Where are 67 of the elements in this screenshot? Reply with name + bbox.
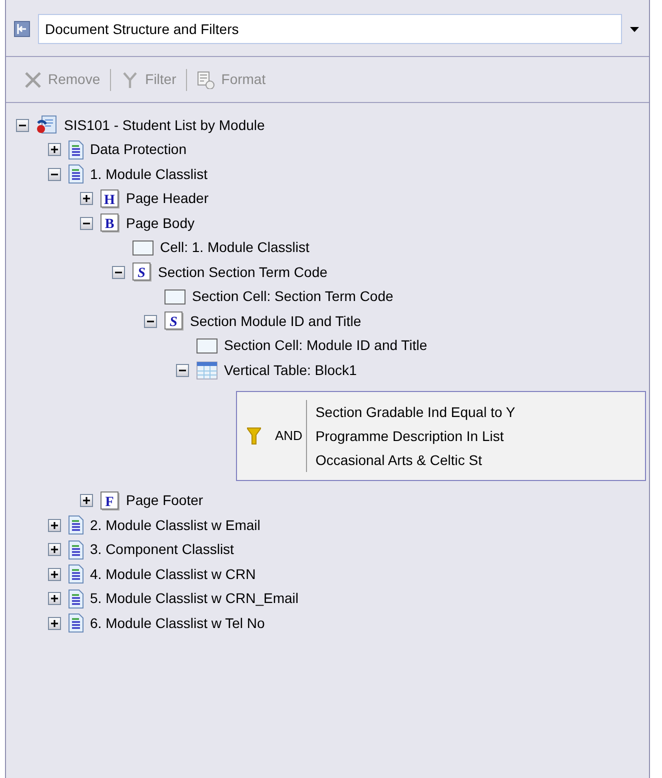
expand-toggle[interactable] xyxy=(48,568,61,581)
expand-toggle[interactable] xyxy=(80,192,93,206)
band-icon: F xyxy=(100,490,120,511)
cell-icon xyxy=(132,240,154,256)
tree-item-label[interactable]: Data Protection xyxy=(90,139,186,160)
expand-toggle[interactable] xyxy=(48,616,61,630)
expand-toggle[interactable] xyxy=(48,592,61,606)
section-icon: S xyxy=(132,262,152,282)
collapse-toggle[interactable] xyxy=(112,266,125,279)
cell-icon xyxy=(196,338,218,354)
filter-condition: Section Gradable Ind Equal to Y xyxy=(315,402,516,422)
expand-toggle[interactable] xyxy=(48,518,61,532)
expand-toggle[interactable] xyxy=(48,143,61,156)
collapse-panel-icon xyxy=(14,21,30,37)
band-icon: B xyxy=(100,213,120,234)
dropdown-field[interactable]: Document Structure and Filters xyxy=(38,14,622,44)
expand-toggle[interactable] xyxy=(48,543,61,556)
document-icon xyxy=(68,164,84,184)
document-icon xyxy=(68,564,84,584)
tree-item-label[interactable]: Cell: 1. Module Classlist xyxy=(160,237,310,258)
collapse-toggle[interactable] xyxy=(80,216,93,230)
tree-item-label[interactable]: 3. Component Classlist xyxy=(90,539,234,560)
tree-item-label[interactable]: Page Footer xyxy=(126,490,204,512)
tree-item-label[interactable]: Vertical Table: Block1 xyxy=(224,360,357,381)
document-icon xyxy=(68,613,84,634)
document-icon xyxy=(68,540,84,560)
filter-condition: Occasional Arts & Celtic St xyxy=(315,450,483,470)
document-icon xyxy=(68,140,84,160)
expand-toggle[interactable] xyxy=(80,494,93,508)
tree-item-label[interactable]: Section Cell: Section Term Code xyxy=(192,286,394,308)
report-icon xyxy=(36,115,58,136)
tree-item-label[interactable]: Page Header xyxy=(126,188,209,210)
plus-icon xyxy=(83,497,90,504)
plus-icon xyxy=(83,195,90,202)
filter-condition: Programme Description In List xyxy=(315,426,505,446)
format-icon xyxy=(197,70,216,88)
funnel-icon xyxy=(121,70,140,88)
tree-item-label[interactable]: Section Cell: Module ID and Title xyxy=(224,335,428,356)
document-icon xyxy=(68,515,84,536)
tree-item-label[interactable]: 4. Module Classlist w CRN xyxy=(90,564,256,585)
x-icon xyxy=(24,70,42,88)
tree-item-label[interactable]: 1. Module Classlist xyxy=(90,164,208,185)
tree-item-label[interactable]: SIS101 - Student List by Module xyxy=(64,114,265,136)
cell-icon xyxy=(164,288,186,305)
table-icon xyxy=(196,360,218,380)
tree-item-label[interactable]: Section Module ID and Title xyxy=(190,310,362,332)
tree-item-label[interactable]: Section Section Term Code xyxy=(158,262,328,283)
collapse-toggle[interactable] xyxy=(48,168,61,181)
funnel-icon xyxy=(247,426,261,444)
tree-item-label[interactable]: 2. Module Classlist w Email xyxy=(90,514,260,536)
collapse-toggle[interactable] xyxy=(176,364,189,377)
band-icon: H xyxy=(100,188,120,209)
tree-item-label[interactable]: Page Body xyxy=(126,212,194,234)
plus-icon xyxy=(51,146,58,154)
operator-label: AND xyxy=(261,400,308,472)
plus-icon xyxy=(51,620,58,627)
collapse-toggle[interactable] xyxy=(144,314,157,328)
plus-icon xyxy=(51,522,58,529)
tree-item-label[interactable]: 5. Module Classlist w CRN_Email xyxy=(90,588,299,610)
document-icon xyxy=(68,588,84,609)
tree-item-label[interactable]: 6. Module Classlist w Tel No xyxy=(90,612,265,634)
collapse-toggle[interactable] xyxy=(16,118,29,132)
plus-icon xyxy=(51,546,58,554)
plus-icon xyxy=(51,595,58,602)
plus-icon xyxy=(51,570,58,578)
section-icon: S xyxy=(164,311,184,332)
dropdown-caret-icon xyxy=(630,26,639,32)
